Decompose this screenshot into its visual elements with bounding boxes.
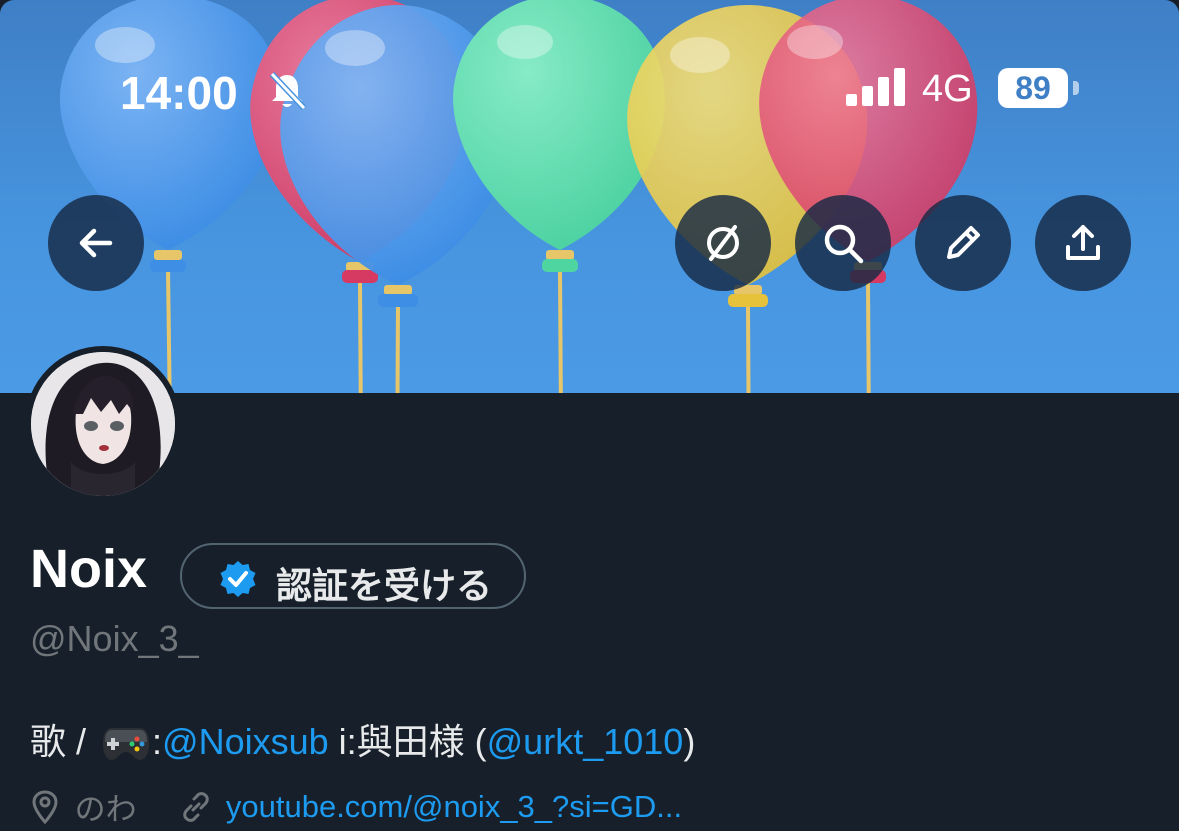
network-type: 4G: [922, 68, 973, 110]
cellular-signal-icon: [846, 68, 905, 106]
status-bar: 14:00 4G 89: [0, 60, 1179, 120]
verified-badge-icon: [220, 561, 256, 597]
bio-prefix: 歌 /: [30, 721, 97, 762]
profile-location: のわ: [74, 792, 137, 827]
profile-name: Noix: [30, 539, 148, 599]
profile-meta: のわ youtube.com/@noix_3_?si=GD...: [30, 784, 682, 829]
battery-level: 89: [998, 68, 1068, 108]
back-arrow-icon: [79, 228, 113, 258]
pencil-icon: [947, 226, 980, 259]
bio-colon: :: [152, 721, 163, 762]
profile-bio: 歌 / :@Noixsub i:與田様 (@urkt_1010): [30, 713, 695, 765]
bio-mention-noixsub[interactable]: @Noixsub: [162, 721, 329, 762]
profile-website-link[interactable]: youtube.com/@noix_3_?si=GD...: [226, 789, 682, 824]
balloons-image: [59, 0, 978, 393]
edit-button[interactable]: [915, 195, 1011, 291]
bell-slash-icon: [269, 71, 307, 111]
get-verified-label: 認証を受ける: [276, 565, 493, 606]
back-button[interactable]: [48, 195, 144, 291]
battery-cap: [1073, 81, 1079, 95]
share-icon: [1066, 225, 1100, 260]
profile-banner[interactable]: [0, 0, 1179, 393]
profile-handle: @Noix_3_: [30, 618, 199, 659]
status-time: 14:00: [120, 67, 238, 119]
grok-button[interactable]: [675, 195, 771, 291]
search-button[interactable]: [795, 195, 891, 291]
gamepad-emoji-icon: [103, 728, 150, 760]
profile-avatar[interactable]: [25, 346, 181, 502]
search-icon: [824, 224, 864, 264]
link-icon: [183, 791, 209, 822]
grok-icon: [707, 225, 739, 261]
avatar-image: [31, 352, 175, 496]
location-pin-icon: [32, 789, 58, 824]
get-verified-button[interactable]: 認証を受ける: [180, 543, 526, 609]
bio-middle: i:與田様 (: [328, 721, 487, 762]
bio-suffix: ): [683, 721, 696, 762]
bio-mention-urkt[interactable]: @urkt_1010: [487, 721, 684, 762]
share-button[interactable]: [1035, 195, 1131, 291]
